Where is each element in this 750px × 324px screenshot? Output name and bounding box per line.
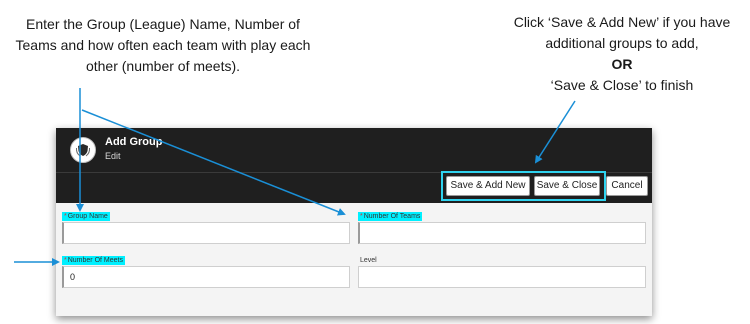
arrow-to-number-of-teams — [81, 109, 346, 216]
annotation-arrows — [14, 88, 576, 266]
arrow-to-save-buttons — [534, 100, 576, 164]
